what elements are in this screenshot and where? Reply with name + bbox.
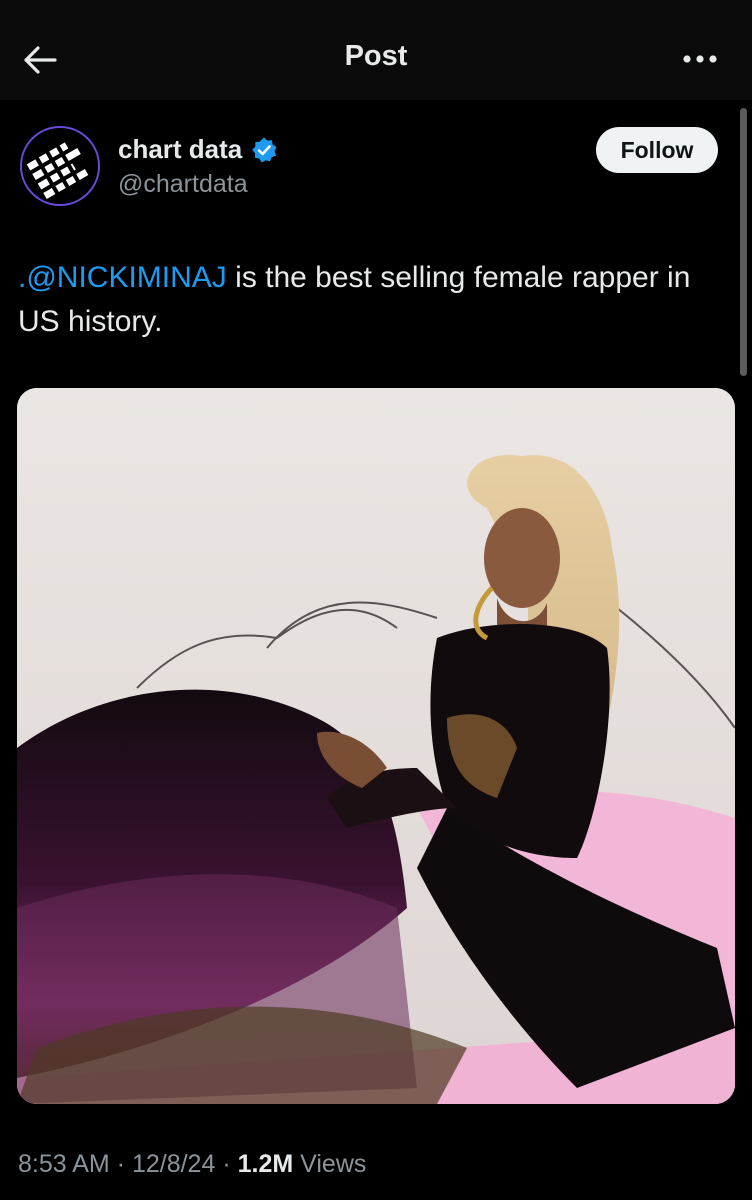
post-meta: 8:53 AM · 12/8/24 · 1.2M Views bbox=[18, 1150, 366, 1179]
meta-separator: · bbox=[109, 1150, 132, 1178]
mention-link[interactable]: .@NICKIMINAJ bbox=[18, 261, 227, 294]
post-text: .@NICKIMINAJ is the best selling female … bbox=[18, 256, 728, 344]
post-time[interactable]: 8:53 AM bbox=[18, 1150, 110, 1178]
top-bar: Post bbox=[0, 0, 752, 100]
more-options-button[interactable] bbox=[678, 44, 722, 74]
author-name[interactable]: chart data bbox=[118, 134, 242, 165]
post-date[interactable]: 12/8/24 bbox=[132, 1150, 215, 1178]
verified-badge-icon[interactable] bbox=[250, 136, 278, 164]
chart-data-logo-icon bbox=[26, 140, 89, 200]
author-handle[interactable]: @chartdata bbox=[118, 170, 248, 199]
more-horizontal-icon bbox=[683, 55, 717, 63]
avatar[interactable] bbox=[20, 126, 100, 206]
scrollbar[interactable] bbox=[740, 108, 747, 376]
views-label[interactable]: Views bbox=[293, 1150, 366, 1178]
post-photo[interactable] bbox=[17, 388, 735, 1104]
photo-illustration bbox=[17, 388, 735, 1104]
views-count[interactable]: 1.2M bbox=[238, 1150, 294, 1178]
author-name-row[interactable]: chart data bbox=[118, 134, 278, 165]
page-title: Post bbox=[344, 40, 408, 72]
follow-button[interactable]: Follow bbox=[596, 127, 718, 173]
meta-separator: · bbox=[215, 1150, 238, 1178]
